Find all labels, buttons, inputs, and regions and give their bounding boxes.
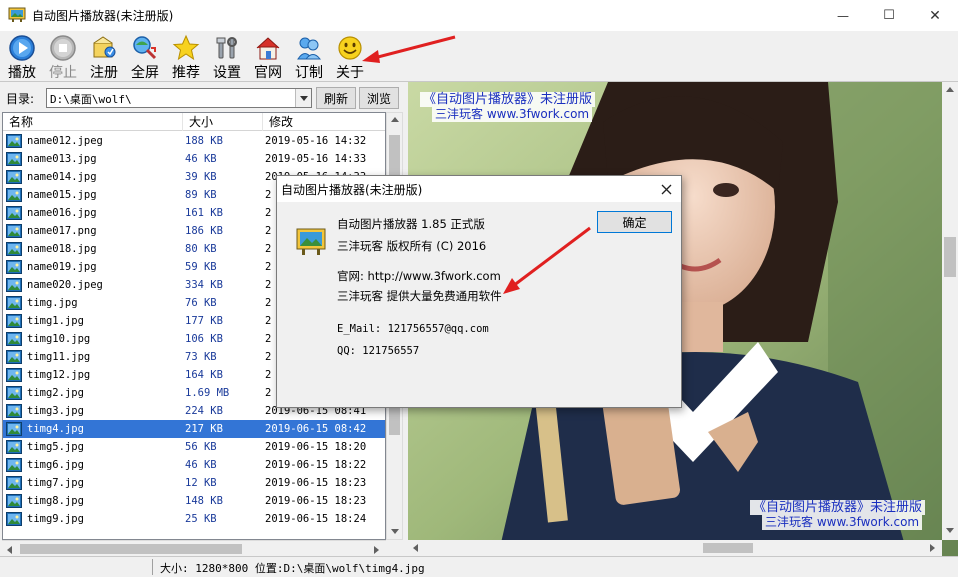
annotation-arrow-about: [362, 35, 456, 63]
annotation-arrows: [362, 35, 591, 294]
annotation-arrow-dialog: [503, 226, 591, 294]
